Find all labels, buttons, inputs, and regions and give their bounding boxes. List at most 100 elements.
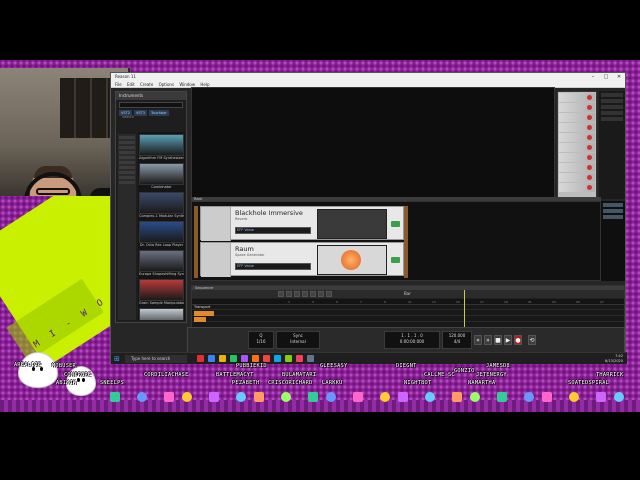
playhead[interactable] xyxy=(464,290,465,328)
sequencer-pane[interactable]: Sequencer Bar 1 3 5 7 9 11 13 15 17 19 21 23 25 27 Tr… xyxy=(191,285,625,328)
daw-window[interactable]: Reason 11 – □ ✕ File Edit Create Options… xyxy=(110,72,627,364)
track-color-swatch[interactable] xyxy=(194,311,214,316)
menu-create[interactable]: Create xyxy=(140,81,153,88)
browser-item[interactable]: Friktion Modeled Strings xyxy=(139,308,184,320)
record-button[interactable]: ● xyxy=(514,335,522,345)
browser-locations-sidebar[interactable] xyxy=(118,134,136,320)
menu-options[interactable]: Options xyxy=(159,81,174,88)
power-led-icon[interactable] xyxy=(391,221,400,227)
rack-device-area[interactable]: Blackhole Immersive Reverb EFF Value Rau… xyxy=(191,201,601,281)
browser-device-list[interactable]: Algorithm FM Synthesizer Combinator Comple… xyxy=(138,132,185,320)
device-front-panel[interactable] xyxy=(317,209,387,239)
device-thumbnail xyxy=(139,134,184,156)
chatter-sprite-icon xyxy=(596,392,606,402)
windows-start-icon[interactable]: ⊞ xyxy=(114,355,122,363)
browser-header: Instruments xyxy=(116,92,186,100)
pencil-tool-icon[interactable] xyxy=(286,291,292,297)
quantize-value[interactable]: 1/16 xyxy=(251,339,271,345)
tab-vst2[interactable]: VST2 xyxy=(119,110,132,116)
minimize-button[interactable]: – xyxy=(587,73,599,81)
chatter-sprite-icon xyxy=(164,392,174,402)
ruler-tick: 1 xyxy=(288,300,290,304)
taskbar-app-icon[interactable] xyxy=(252,355,259,362)
device-subtitle: Reverb xyxy=(235,217,248,221)
device-blackhole[interactable]: Blackhole Immersive Reverb EFF Value xyxy=(200,206,404,241)
time-signature[interactable]: 4/4 xyxy=(445,339,469,345)
track-name[interactable]: Transport xyxy=(194,305,210,310)
mixer-strip-panel[interactable] xyxy=(557,91,597,199)
windows-taskbar: ⊞ Type here to search 7:42 6/13/2020 xyxy=(111,352,627,364)
play-button[interactable]: ▶ xyxy=(504,335,512,345)
browser-item-label: Combinator xyxy=(151,185,172,189)
tempo-display[interactable]: 120.000 4/4 xyxy=(442,331,472,349)
position-display[interactable]: 1 . 1 . 1 . 0 0:00:00:000 xyxy=(384,331,440,349)
chatter-sprite-icon xyxy=(326,392,336,402)
browser-item[interactable]: Complex-1 Modular Synthesizer xyxy=(139,192,184,219)
device-fold-rail[interactable] xyxy=(201,243,231,277)
menu-edit[interactable]: Edit xyxy=(127,81,135,88)
taskbar-app-icon[interactable] xyxy=(241,355,248,362)
menu-file[interactable]: File xyxy=(115,81,122,88)
tab-touchbar[interactable]: Touchbar xyxy=(148,110,169,116)
taskbar-app-icon[interactable] xyxy=(230,355,237,362)
rewind-button[interactable]: « xyxy=(474,335,482,345)
browser-item-label: Dr. Octo Rex Loop Player xyxy=(139,243,184,247)
quantize-box[interactable]: Q 1/16 xyxy=(248,331,274,349)
track-color-swatch[interactable] xyxy=(194,317,206,322)
sequencer-tracks[interactable]: Transport xyxy=(192,305,624,327)
chatter-sprite-icon xyxy=(497,392,507,402)
chatter-sprite-icon xyxy=(470,392,480,402)
fast-forward-button[interactable]: » xyxy=(484,335,492,345)
taskbar-clock[interactable]: 7:42 6/13/2020 xyxy=(605,354,623,364)
close-button[interactable]: ✕ xyxy=(613,73,625,81)
taskbar-app-icon[interactable] xyxy=(197,355,204,362)
taskbar-app-icon[interactable] xyxy=(263,355,270,362)
device-name: Blackhole Immersive xyxy=(235,209,303,217)
snap-value[interactable]: Bar xyxy=(404,291,411,297)
magnify-tool-icon[interactable] xyxy=(318,291,324,297)
browser-item[interactable]: Europa Shapeshifting Synthesizer xyxy=(139,250,184,277)
raum-orb-icon[interactable] xyxy=(341,250,361,270)
stream-overlay: M I - W O Reason 11 – □ ✕ File Edit Crea… xyxy=(0,0,640,480)
eraser-tool-icon[interactable] xyxy=(294,291,300,297)
chatter-sprite-icon xyxy=(254,392,264,402)
loop-button[interactable]: ⟲ xyxy=(528,335,536,345)
sync-box[interactable]: Sync Internal xyxy=(276,331,320,349)
rack-navigator[interactable] xyxy=(599,91,625,199)
device-lcd-text: EFF Value xyxy=(237,264,254,268)
tab-vst3[interactable]: VST3 xyxy=(133,110,147,116)
taskbar-app-icon[interactable] xyxy=(285,355,292,362)
taskbar-app-icon[interactable] xyxy=(219,355,226,362)
stop-button[interactable]: ■ xyxy=(494,335,502,345)
browser-item[interactable]: Combinator xyxy=(139,163,184,190)
device-raum[interactable]: Raum Space Generator EFF Value xyxy=(200,242,404,277)
sync-mode[interactable]: Internal xyxy=(279,339,317,345)
chatter-sprite-icon xyxy=(281,392,291,402)
chatter-sprite-icon xyxy=(182,392,192,402)
hand-tool-icon[interactable] xyxy=(326,291,332,297)
browser-item[interactable]: Grain Sample Manipulator xyxy=(139,279,184,306)
browser-search-input[interactable]: Search xyxy=(119,102,183,119)
browser-item[interactable]: Algorithm FM Synthesizer xyxy=(139,134,184,161)
ruler-tick: 13 xyxy=(432,300,436,304)
chatter-sprite-icon xyxy=(380,392,390,402)
rack-side-panel[interactable] xyxy=(601,201,625,281)
power-led-icon[interactable] xyxy=(391,257,400,263)
taskbar-search-input[interactable]: Type here to search xyxy=(125,355,187,363)
transport-bar: Q 1/16 Sync Internal 1 . 1 . 1 . 0 0:00:… xyxy=(187,327,625,353)
device-subtitle: Space Generator xyxy=(235,253,265,257)
browser-item[interactable]: Dr. Octo Rex Loop Player xyxy=(139,221,184,248)
maximize-button[interactable]: □ xyxy=(600,73,612,81)
ruler-tick: 17 xyxy=(480,300,484,304)
taskbar-app-icon[interactable] xyxy=(296,355,303,362)
mute-tool-icon[interactable] xyxy=(310,291,316,297)
device-fold-rail[interactable] xyxy=(201,207,231,241)
razor-tool-icon[interactable] xyxy=(302,291,308,297)
rack-top-area[interactable] xyxy=(191,87,555,199)
select-tool-icon[interactable] xyxy=(278,291,284,297)
taskbar-app-icon[interactable] xyxy=(208,355,215,362)
taskbar-app-icon[interactable] xyxy=(274,355,281,362)
rack-rail-left xyxy=(194,206,198,278)
window-titlebar[interactable]: Reason 11 – □ ✕ xyxy=(111,73,625,81)
taskbar-app-icon[interactable] xyxy=(307,355,314,362)
